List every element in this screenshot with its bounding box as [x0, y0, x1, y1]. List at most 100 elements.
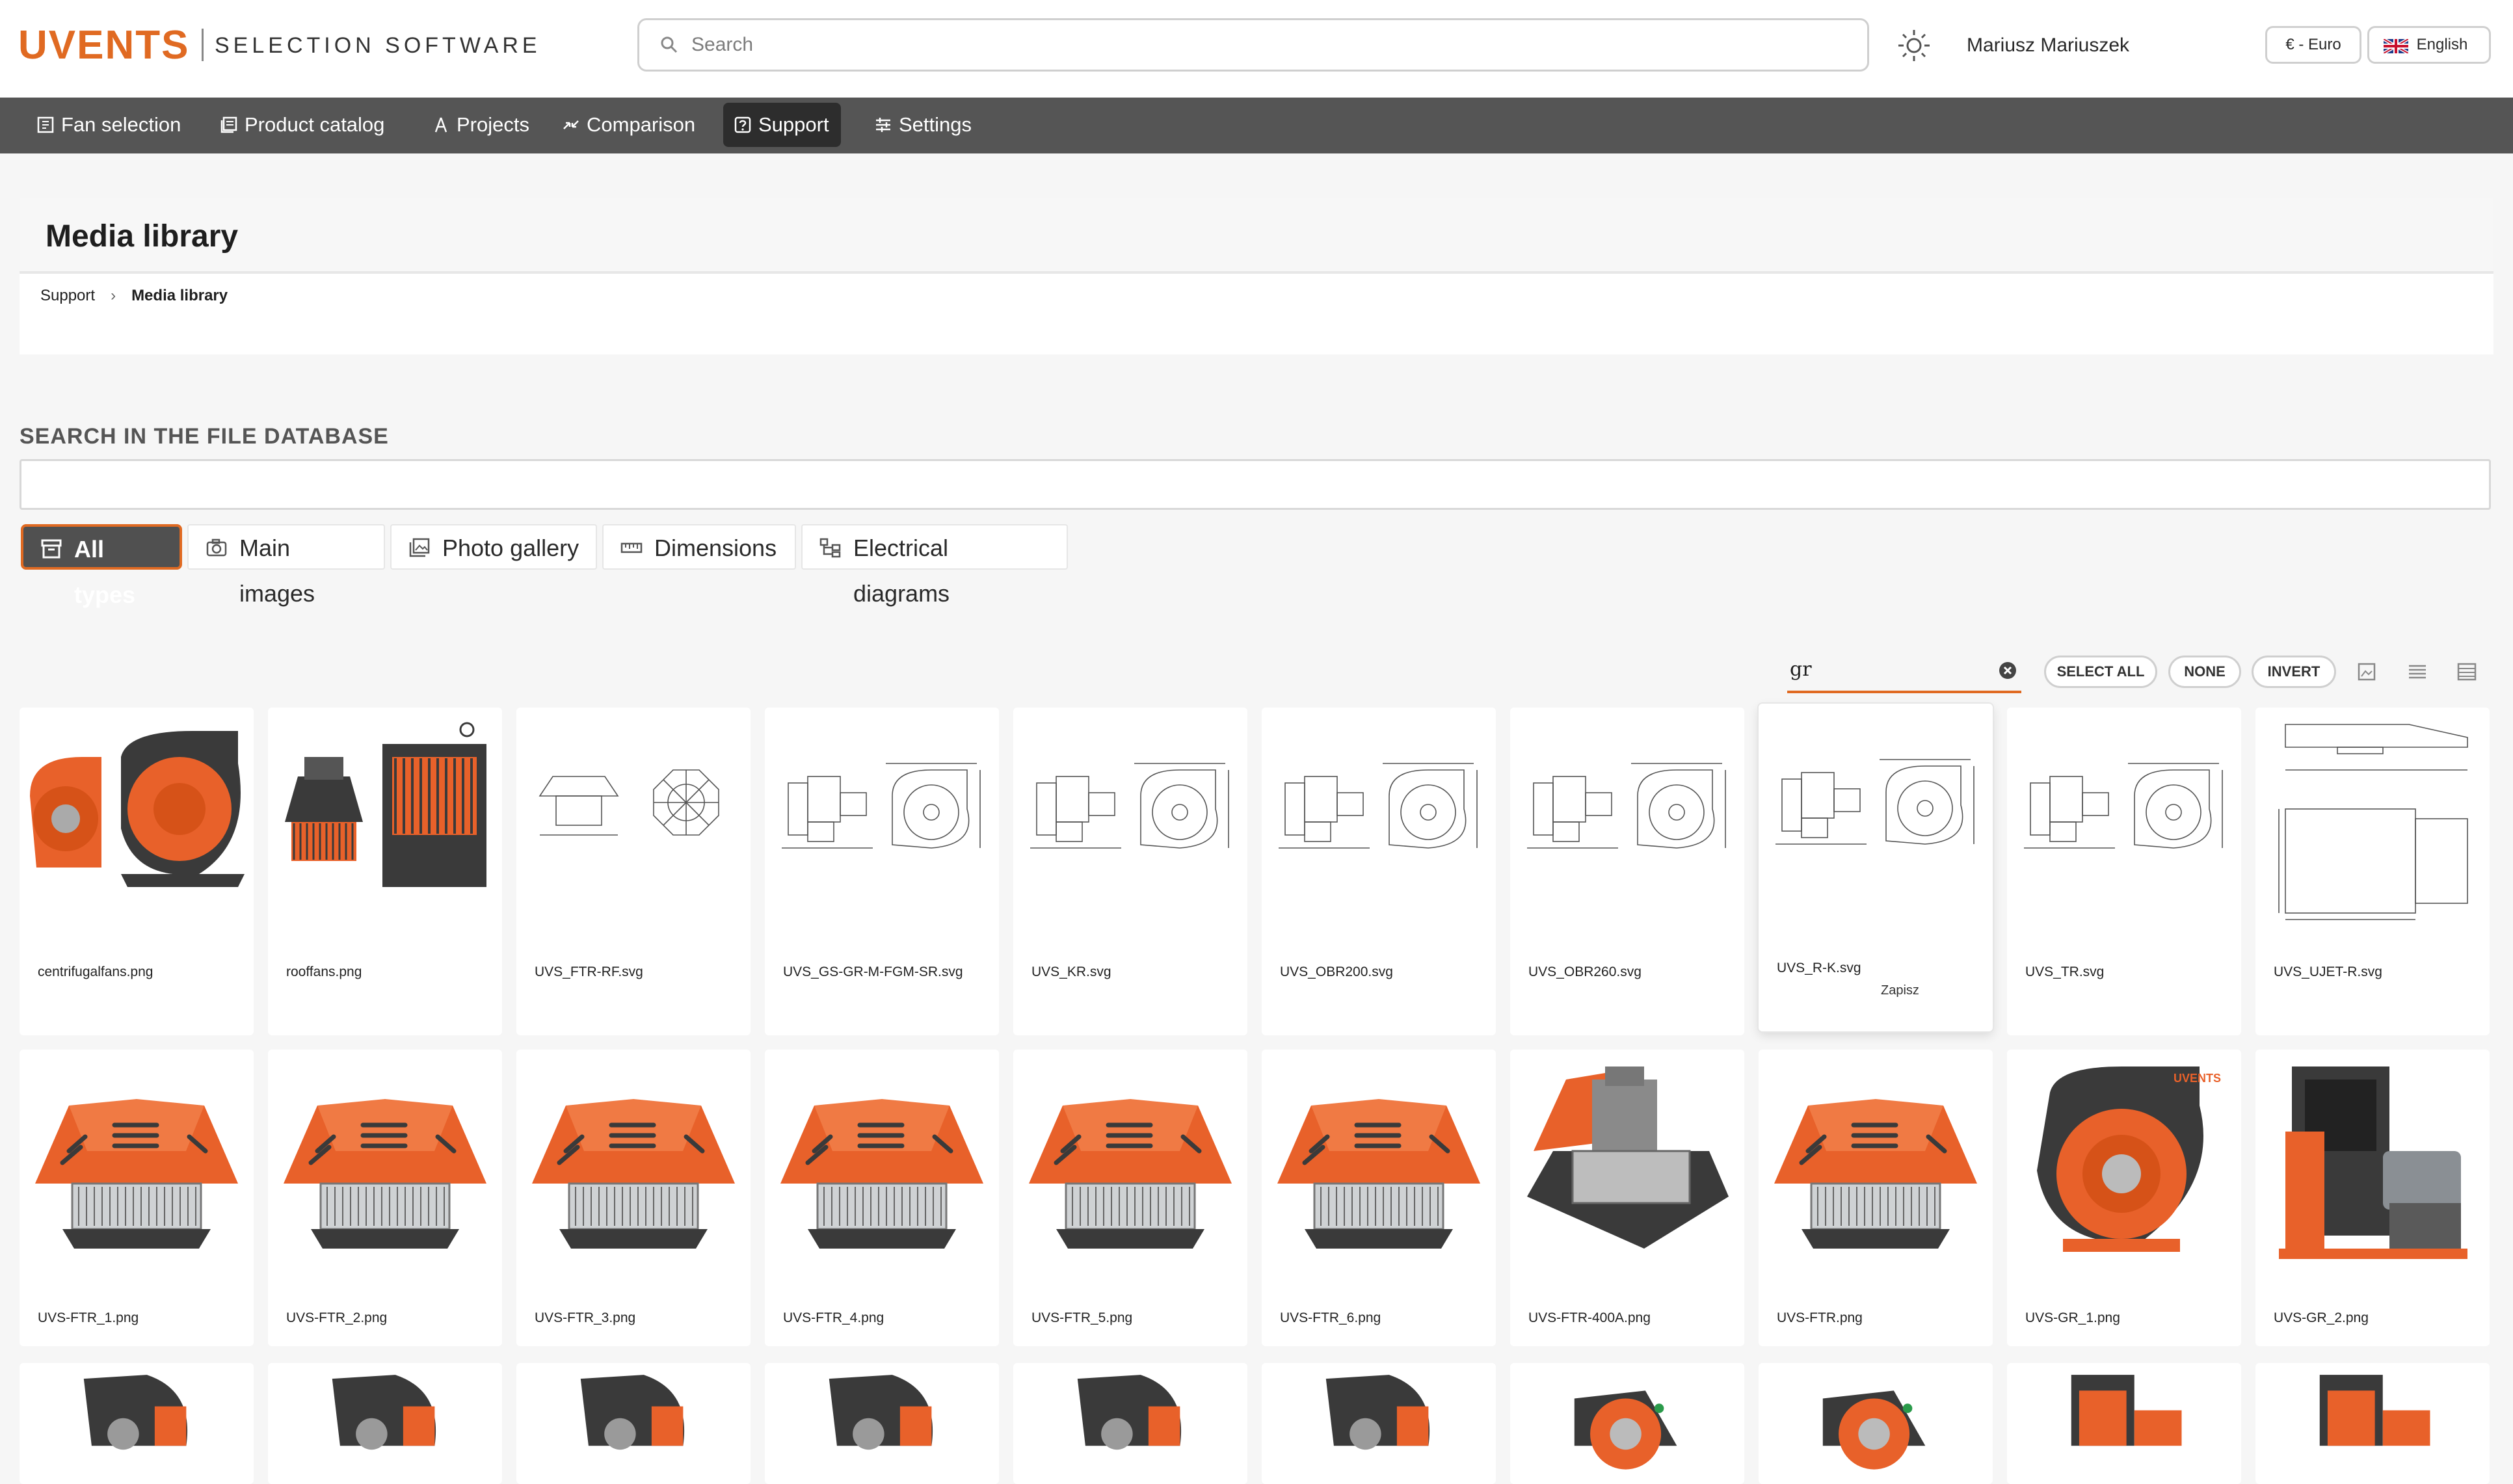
grid-filter-input[interactable]: gr: [1787, 652, 2021, 693]
breadcrumb-support-link[interactable]: Support: [40, 287, 95, 304]
brand-logo[interactable]: UVENTS: [18, 20, 189, 72]
media-thumbnail: [272, 711, 498, 929]
media-card[interactable]: [1759, 1363, 1993, 1484]
media-file-name: UVS_OBR200.svg: [1280, 964, 1393, 979]
breadcrumb-current: Media library: [131, 287, 228, 304]
media-card[interactable]: UVS-FTR_2.png: [268, 1050, 502, 1346]
media-card[interactable]: [516, 1363, 751, 1484]
media-thumbnail: [1017, 711, 1243, 929]
media-file-name: centrifugalfans.png: [38, 964, 153, 979]
grid-view-icon[interactable]: [2356, 661, 2378, 683]
filter-label: Dimensions: [654, 535, 777, 561]
nav-settings[interactable]: Settings: [864, 103, 983, 147]
filter-label: Main images: [239, 535, 315, 607]
global-search-input[interactable]: Search: [637, 18, 1869, 72]
ruler-icon: [620, 542, 643, 553]
media-file-name: UVS_OBR260.svg: [1528, 964, 1642, 979]
media-card[interactable]: centrifugalfans.png: [20, 708, 254, 1035]
media-card[interactable]: [268, 1363, 502, 1484]
filter-all-types[interactable]: All types: [21, 524, 182, 608]
media-file-name: UVS-FTR_3.png: [535, 1310, 636, 1325]
language-button[interactable]: English: [2367, 26, 2491, 64]
media-thumbnail: [1514, 1367, 1740, 1484]
file-database-search-input[interactable]: [20, 459, 2491, 510]
media-card[interactable]: UVS_UJET-R.svg: [2255, 708, 2490, 1035]
media-card[interactable]: UVS_OBR260.svg: [1510, 708, 1744, 1035]
nav-comparison[interactable]: Comparison: [552, 103, 707, 147]
media-thumbnail: [520, 711, 747, 929]
list-view-icon[interactable]: [2406, 661, 2428, 683]
page-title: Media library: [46, 219, 239, 254]
user-name[interactable]: Mariusz Mariuszek: [1967, 31, 2129, 60]
currency-button[interactable]: € - Euro: [2265, 26, 2361, 64]
search-placeholder: Search: [691, 34, 754, 55]
media-card[interactable]: UVS-FTR-400A.png: [1510, 1050, 1744, 1346]
media-card[interactable]: UVS_TR.svg: [2007, 708, 2241, 1035]
media-card[interactable]: [1510, 1363, 1744, 1484]
media-card[interactable]: [765, 1363, 999, 1484]
breadcrumb: Support › Media library: [40, 283, 228, 309]
media-thumbnail: [769, 711, 995, 929]
filter-label: Photo gallery: [442, 535, 579, 561]
page-title-bar: Media library: [20, 198, 2493, 274]
select-all-button[interactable]: SELECT ALL: [2044, 656, 2157, 688]
media-thumbnail: [1266, 711, 1492, 929]
invert-selection-button[interactable]: INVERT: [2252, 656, 2336, 688]
brand-subtitle: SELECTION SOFTWARE: [215, 33, 541, 58]
filter-electrical-diagrams[interactable]: Electrical diagrams: [801, 524, 1068, 607]
search-icon: [661, 36, 678, 53]
media-file-name: UVS-FTR_1.png: [38, 1310, 139, 1325]
media-card[interactable]: UVS-FTR_3.png: [516, 1050, 751, 1346]
media-card[interactable]: UVS_FTR-RF.svg: [516, 708, 751, 1035]
media-card[interactable]: UVS-GR_2.png: [2255, 1050, 2490, 1346]
filter-label: Electrical diagrams: [853, 535, 950, 607]
file-search-label: SEARCH IN THE FILE DATABASE: [20, 424, 389, 449]
filter-photo-gallery[interactable]: Photo gallery: [390, 524, 597, 570]
media-file-name: UVS-FTR_4.png: [783, 1310, 884, 1325]
gallery-icon: [409, 538, 430, 557]
media-thumbnail: [1017, 1053, 1243, 1271]
diagram-icon: [819, 538, 841, 558]
select-none-button[interactable]: NONE: [2168, 656, 2241, 688]
save-tooltip[interactable]: Zapisz: [1881, 983, 1919, 998]
media-card[interactable]: rooffans.png: [268, 708, 502, 1035]
nav-label: Comparison: [587, 113, 696, 136]
media-thumbnail: [1762, 708, 1989, 925]
nav-projects[interactable]: Projects: [421, 103, 541, 147]
media-thumbnail: UVENTS: [2011, 1053, 2237, 1271]
media-card[interactable]: UVS_OBR200.svg: [1262, 708, 1496, 1035]
settings-sliders-icon: [876, 118, 890, 132]
media-file-name: UVS_FTR-RF.svg: [535, 964, 643, 979]
media-file-name: UVS-FTR_2.png: [286, 1310, 388, 1325]
media-card[interactable]: UVS_GS-GR-M-FGM-SR.svg: [765, 708, 999, 1035]
media-card[interactable]: [20, 1363, 254, 1484]
filter-main-images[interactable]: Main images: [187, 524, 385, 607]
nav-support[interactable]: Support: [723, 103, 841, 147]
media-card[interactable]: UVENTS UVS-GR_1.png: [2007, 1050, 2241, 1346]
nav-label: Projects: [457, 113, 529, 136]
media-card[interactable]: [2255, 1363, 2490, 1484]
media-card[interactable]: UVS-FTR_6.png: [1262, 1050, 1496, 1346]
media-card[interactable]: UVS-FTR_4.png: [765, 1050, 999, 1346]
media-card[interactable]: [1262, 1363, 1496, 1484]
nav-product-catalog[interactable]: Product catalog: [209, 103, 396, 147]
media-card[interactable]: UVS_KR.svg: [1013, 708, 1247, 1035]
media-file-name: UVS-FTR_5.png: [1031, 1310, 1133, 1325]
media-card[interactable]: [2007, 1363, 2241, 1484]
theme-toggle-sun-icon[interactable]: [1896, 27, 1932, 64]
filter-dimensions[interactable]: Dimensions: [602, 524, 796, 570]
media-thumbnail: [2011, 1367, 2237, 1484]
filter-label: All types: [74, 536, 136, 608]
clear-circle-icon[interactable]: [1998, 661, 2017, 680]
media-card[interactable]: UVS-FTR_5.png: [1013, 1050, 1247, 1346]
media-file-name: UVS_R-K.svg: [1777, 961, 1861, 975]
media-thumbnail: [1762, 1053, 1989, 1271]
table-view-icon[interactable]: [2456, 661, 2478, 683]
media-card[interactable]: UVS-FTR.png: [1759, 1050, 1993, 1346]
media-thumbnail: [272, 1367, 498, 1484]
media-card[interactable]: [1013, 1363, 1247, 1484]
projects-icon: [434, 117, 447, 133]
media-card[interactable]: UVS_R-K.svg Zapisz: [1759, 704, 1993, 1031]
nav-fan-selection[interactable]: Fan selection: [26, 103, 193, 147]
media-card[interactable]: UVS-FTR_1.png: [20, 1050, 254, 1346]
